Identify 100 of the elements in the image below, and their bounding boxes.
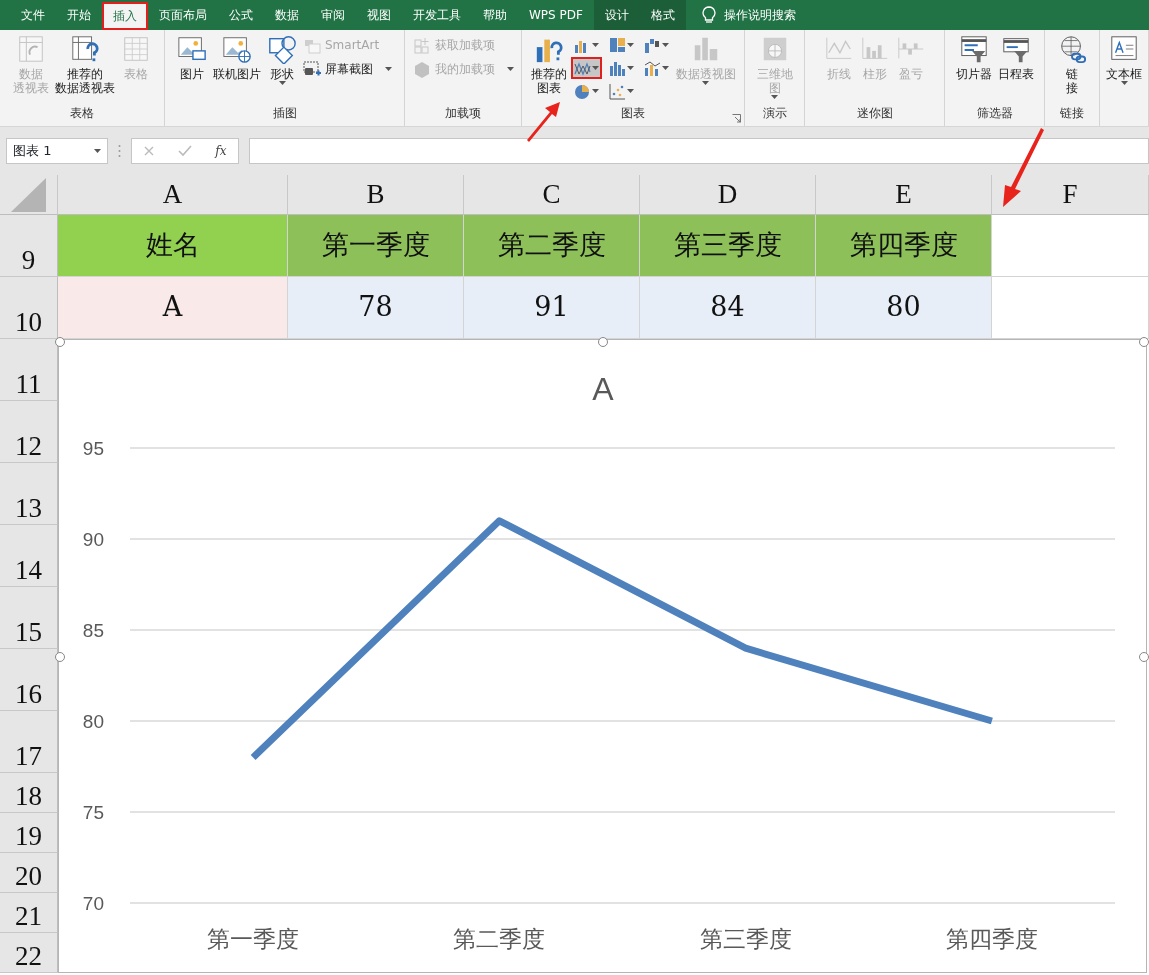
insert-function-button[interactable]: fx <box>215 142 227 160</box>
pie-chart-icon <box>573 82 591 100</box>
caret-icon <box>626 65 634 71</box>
row-header[interactable]: 21 <box>0 893 58 933</box>
ribbon-button[interactable]: 联机图片 <box>211 34 263 81</box>
caret-icon <box>626 88 634 94</box>
ribbon-button[interactable]: 形状 <box>265 34 299 86</box>
resize-handle[interactable] <box>55 652 65 662</box>
row-header[interactable]: 9 <box>0 215 58 277</box>
column-header[interactable]: E <box>816 175 992 215</box>
resize-handle[interactable] <box>598 337 608 347</box>
column-header[interactable]: D <box>640 175 816 215</box>
row-header[interactable]: 11 <box>0 339 58 401</box>
ribbon-tab[interactable]: 视图 <box>356 0 402 30</box>
row-header[interactable]: 13 <box>0 463 58 525</box>
row-header[interactable]: 10 <box>0 277 58 339</box>
table-cell: A <box>58 277 288 339</box>
ribbon-button[interactable]: 切片器 <box>953 34 994 81</box>
row-header[interactable]: 19 <box>0 813 58 853</box>
dialog-launcher-icon[interactable] <box>732 114 741 123</box>
axis-tick-label: 95 <box>82 438 104 459</box>
cancel-icon[interactable] <box>143 145 156 157</box>
resize-handle[interactable] <box>1139 652 1149 662</box>
histogram-icon <box>608 59 626 77</box>
table-cell: 78 <box>288 277 464 339</box>
axis-category-label: 第三季度 <box>699 926 792 952</box>
add-in-icon <box>412 36 431 54</box>
group-label: 筛选器 <box>976 106 1013 120</box>
caret-icon <box>591 42 599 48</box>
resize-handle[interactable] <box>55 337 65 347</box>
ribbon-button[interactable]: 推荐的 图表 <box>528 34 569 95</box>
ribbon-tab[interactable]: 文件 <box>10 0 56 30</box>
image-globe-icon <box>222 34 252 64</box>
caret-icon <box>591 88 599 94</box>
table-cell: 姓名 <box>58 215 288 277</box>
ribbon-button[interactable]: 屏幕截图 <box>301 60 394 78</box>
table-cell: 91 <box>464 277 640 339</box>
column-header[interactable]: B <box>288 175 464 215</box>
ribbon-tab[interactable]: 插入 <box>102 2 148 30</box>
ribbon-button[interactable]: 图片 <box>175 34 209 81</box>
ribbon-tab[interactable]: 设计 <box>593 0 640 30</box>
group-label: 插图 <box>272 106 297 120</box>
column-header[interactable]: A <box>58 175 288 215</box>
caret-icon <box>661 65 669 71</box>
ribbon-tab[interactable]: 开始 <box>56 0 102 30</box>
row-header[interactable]: 14 <box>0 525 58 587</box>
group-label: 图表 <box>621 106 645 120</box>
row-header[interactable]: 15 <box>0 587 58 649</box>
caret-icon <box>626 42 634 48</box>
grip-icon <box>118 144 121 158</box>
table-question-icon <box>70 34 100 64</box>
caret-icon <box>591 65 599 71</box>
axis-tick-label: 80 <box>82 711 104 732</box>
ribbon-button[interactable]: 链 接 <box>1055 34 1089 95</box>
formula-input[interactable] <box>249 138 1149 164</box>
tell-me-search[interactable]: 操作说明搜索 <box>723 6 796 24</box>
row-header[interactable]: 17 <box>0 711 58 773</box>
ribbon-tab[interactable]: 开发工具 <box>402 0 472 30</box>
row-header[interactable]: 22 <box>0 933 58 973</box>
axis-category-label: 第二季度 <box>453 926 546 952</box>
chart-area[interactable]: A 70 75 80 85 90 95 第一季度 第二季度 第三季度 第四季度 <box>58 339 1147 973</box>
slicer-icon <box>958 34 989 64</box>
ribbon-tab[interactable]: 数据 <box>264 0 310 30</box>
chart-title: A <box>592 371 614 407</box>
row-header[interactable]: 18 <box>0 773 58 813</box>
group-label: 迷你图 <box>856 106 893 120</box>
ribbon-button[interactable]: 文本框 <box>1104 34 1144 86</box>
ribbon-tab[interactable]: 页面布局 <box>148 0 218 30</box>
axis-tick-label: 75 <box>82 802 104 823</box>
table-icon <box>16 34 46 64</box>
table-cell: 80 <box>816 277 992 339</box>
axis-category-label: 第一季度 <box>207 926 300 952</box>
table-cell: 84 <box>640 277 816 339</box>
ribbon-button[interactable]: 日程表 <box>995 34 1036 81</box>
row-header[interactable]: 12 <box>0 401 58 463</box>
group-label: 加载项 <box>445 106 481 120</box>
column-header[interactable]: F <box>992 175 1149 215</box>
row-header[interactable]: 20 <box>0 853 58 893</box>
ribbon-tab[interactable]: 帮助 <box>472 0 518 30</box>
table-cell: 第三季度 <box>640 215 816 277</box>
check-icon[interactable] <box>178 145 193 157</box>
ribbon-tab[interactable]: 格式 <box>639 0 686 30</box>
name-box[interactable]: 图表 1 <box>6 138 108 164</box>
cube-icon <box>412 60 431 78</box>
grid-icon <box>121 34 151 64</box>
axis-tick-label: 90 <box>82 529 104 550</box>
resize-handle[interactable] <box>1139 337 1149 347</box>
treemap-icon <box>608 36 626 54</box>
table-cell: 第一季度 <box>288 215 464 277</box>
ribbon-tab[interactable]: WPS PDF <box>518 0 594 30</box>
screenshot-icon <box>303 60 321 78</box>
column-header[interactable]: C <box>464 175 640 215</box>
ribbon-tab[interactable]: 公式 <box>218 0 264 30</box>
ribbon-button[interactable]: 推荐的 数据透视表 <box>53 34 117 95</box>
caret-icon <box>94 148 101 154</box>
ribbon-tab[interactable]: 审阅 <box>310 0 356 30</box>
chart-type-button[interactable] <box>570 57 602 79</box>
shapes-icon <box>267 34 297 64</box>
axis-category-label: 第四季度 <box>945 926 1038 952</box>
row-header[interactable]: 16 <box>0 649 58 711</box>
